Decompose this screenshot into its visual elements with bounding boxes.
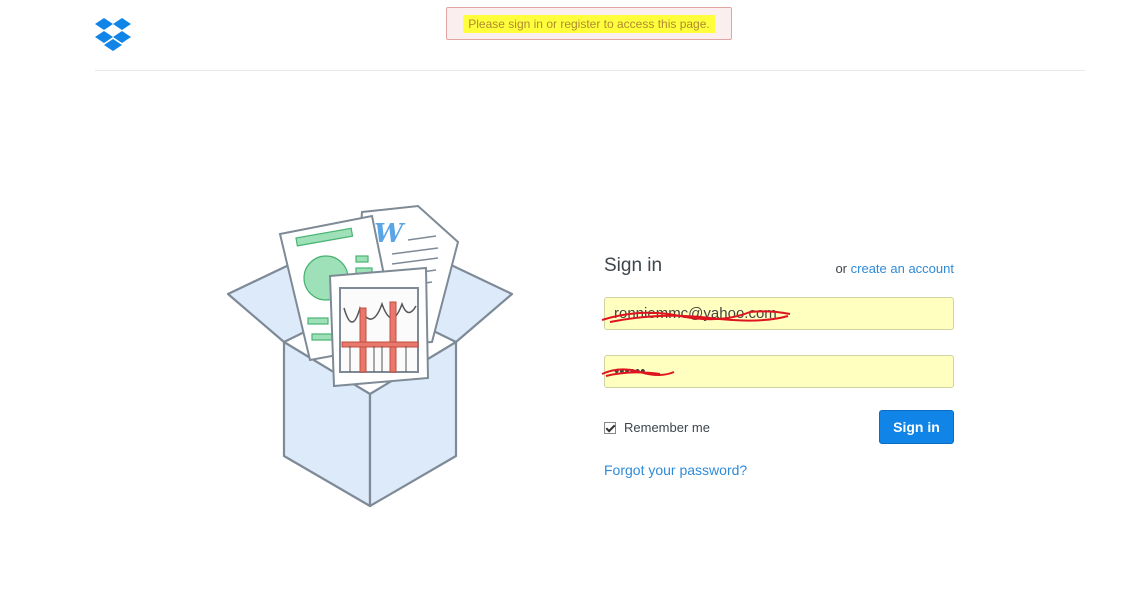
header-divider bbox=[95, 70, 1085, 71]
remember-me-row[interactable]: Remember me bbox=[604, 420, 710, 435]
or-text: or bbox=[835, 261, 848, 276]
create-account-row: or create an account bbox=[835, 261, 954, 276]
svg-text:W: W bbox=[374, 219, 406, 249]
password-field[interactable] bbox=[604, 355, 954, 388]
email-field[interactable] bbox=[604, 297, 954, 330]
remember-me-checkbox[interactable] bbox=[604, 421, 616, 434]
notice-banner: Please sign in or register to access thi… bbox=[446, 7, 732, 40]
create-account-link[interactable]: create an account bbox=[851, 261, 954, 276]
forgot-password-link[interactable]: Forgot your password? bbox=[604, 462, 747, 478]
open-box-with-documents-icon: W bbox=[226, 204, 514, 508]
sign-in-title: Sign in bbox=[604, 255, 663, 276]
sign-in-button[interactable]: Sign in bbox=[879, 410, 954, 444]
notice-text: Please sign in or register to access thi… bbox=[463, 14, 715, 33]
remember-me-label: Remember me bbox=[624, 420, 710, 435]
dropbox-logo-icon[interactable] bbox=[94, 16, 132, 52]
